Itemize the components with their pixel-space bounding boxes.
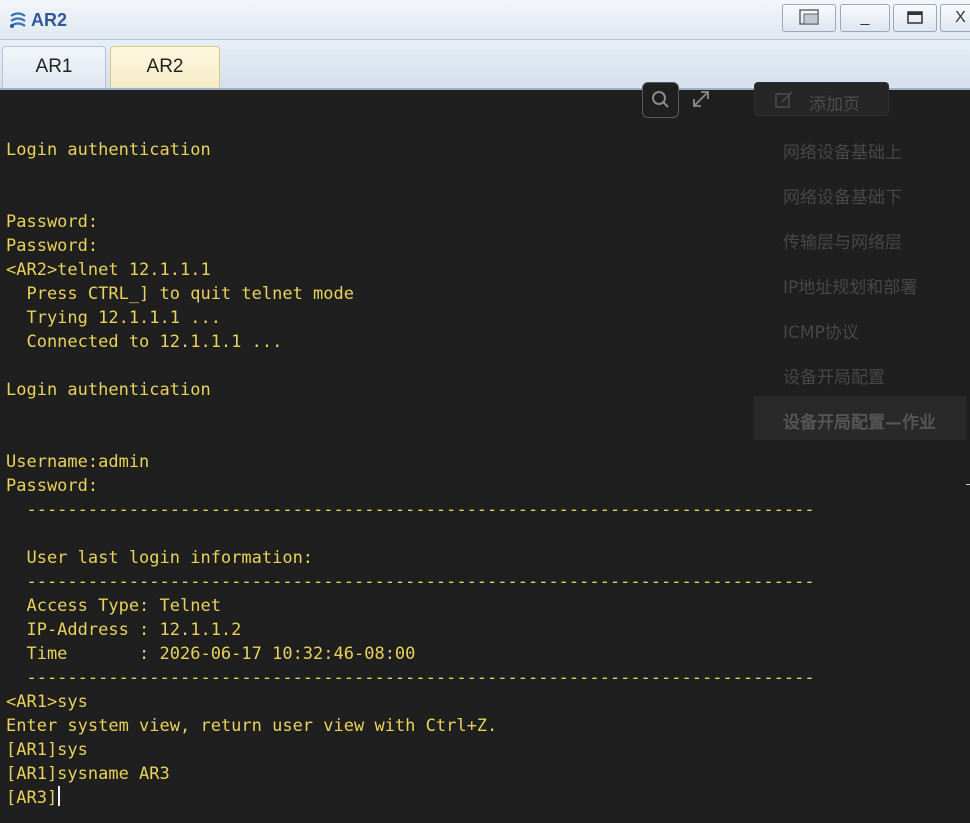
expand-icon[interactable]	[690, 88, 712, 110]
terminal-line: Login authentication	[6, 140, 211, 160]
search-icon	[652, 91, 669, 108]
title-bar: AR2 _ X	[0, 0, 970, 40]
close-button[interactable]: X	[940, 4, 970, 32]
window-title: AR2	[31, 10, 68, 30]
terminal-line: Time : 2026-06-17 10:32:46-08:00	[6, 644, 416, 664]
terminal-line: Username:admin	[6, 452, 150, 472]
overlay-item-active[interactable]: 设备开局配置—作业	[783, 408, 936, 433]
overlay-item[interactable]: IP地址规划和部署	[783, 273, 917, 298]
terminal-output: Login authentication Password: Password: <A…	[6, 138, 815, 810]
terminal-line: Connected to 12.1.1.1 ...	[6, 332, 283, 352]
minimize-icon: _	[860, 9, 870, 26]
tab-ar1[interactable]: AR1	[2, 46, 106, 88]
add-page-button[interactable]: 添加页	[754, 82, 889, 116]
terminal-line: Press CTRL_] to quit telnet mode	[6, 284, 354, 304]
terminal-line: Password:	[6, 212, 99, 232]
overlay-item[interactable]: 传输层与网络层	[783, 228, 902, 253]
terminal-line: ----------------------------------------…	[6, 668, 815, 688]
overlay-item[interactable]: 设备开局配置	[783, 363, 885, 388]
restore-window-button[interactable]	[782, 4, 836, 32]
terminal-line: Password:	[6, 476, 99, 496]
add-page-label: 添加页	[809, 95, 860, 115]
minimize-button[interactable]: _	[840, 4, 890, 32]
terminal-line: ----------------------------------------…	[6, 500, 815, 520]
overlay-item[interactable]: 网络设备基础下	[783, 183, 902, 208]
terminal-line: <AR1>sys	[6, 692, 88, 712]
maximize-icon	[907, 11, 923, 24]
terminal-line: Password:	[6, 236, 99, 256]
terminal-line: <AR2>telnet 12.1.1.1	[6, 260, 211, 280]
terminal-line: IP-Address : 12.1.1.2	[6, 620, 242, 640]
terminal-line: [AR1]sysname AR3	[6, 764, 170, 784]
maximize-button[interactable]	[893, 4, 937, 32]
close-icon: X	[955, 9, 966, 26]
overlay-item[interactable]: ICMP协议	[783, 318, 859, 343]
terminal-line: ----------------------------------------…	[6, 572, 815, 592]
edit-icon	[775, 91, 793, 108]
terminal-line: Trying 12.1.1.1 ...	[6, 308, 221, 328]
terminal-line: [AR3]	[6, 786, 815, 810]
terminal-line: User last login information:	[6, 548, 314, 568]
terminal-line: Enter system view, return user view with…	[6, 716, 498, 736]
restore-icon	[799, 9, 819, 25]
tab-ar2[interactable]: AR2	[110, 46, 220, 88]
router-app-icon	[10, 12, 26, 28]
terminal-line: Login authentication	[6, 380, 211, 400]
overlay-item[interactable]: 网络设备基础上	[783, 138, 902, 163]
edge-divider	[966, 484, 970, 485]
terminal-line: Access Type: Telnet	[6, 596, 221, 616]
search-button[interactable]	[642, 82, 679, 118]
text-cursor	[58, 786, 61, 806]
terminal-line: [AR1]sys	[6, 740, 88, 760]
